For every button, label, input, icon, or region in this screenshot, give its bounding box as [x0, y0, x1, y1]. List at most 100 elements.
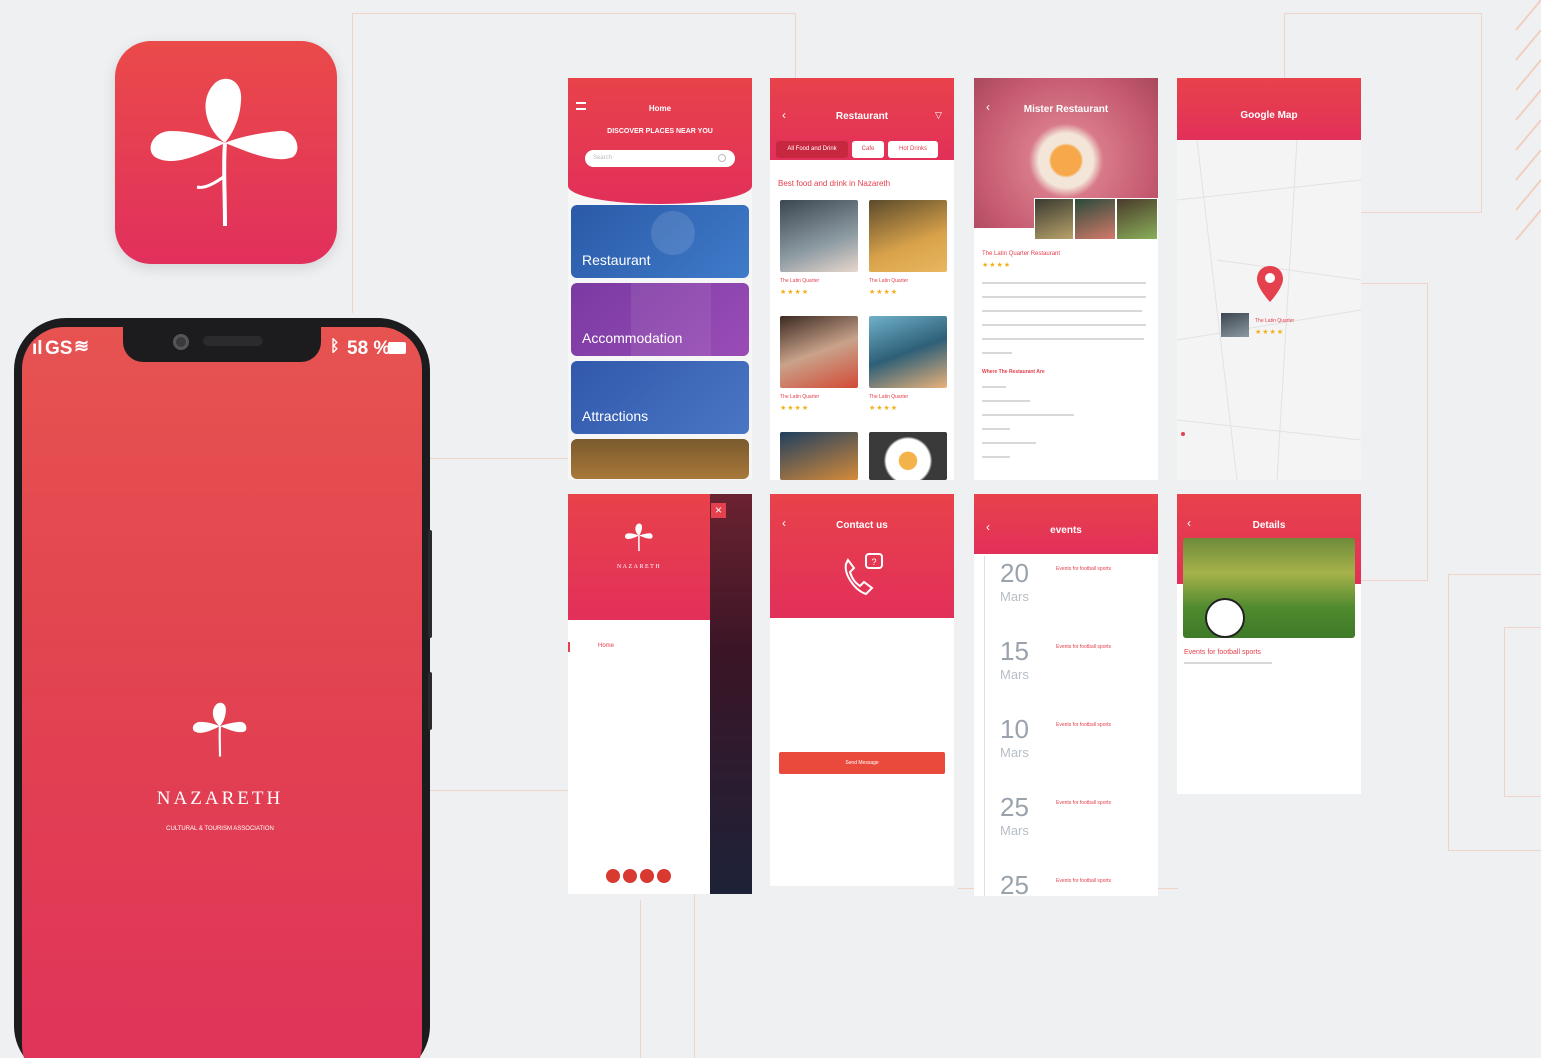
map-pin-icon[interactable]: [1257, 266, 1283, 302]
battery-icon: [388, 342, 406, 354]
event-month: Mars: [1000, 745, 1029, 760]
wifi-icon: ≋: [74, 336, 90, 356]
map-roads: [1177, 140, 1361, 480]
thumbnail-image[interactable]: [1034, 198, 1074, 240]
youtube-icon[interactable]: [640, 869, 654, 883]
active-indicator: [568, 642, 570, 652]
category-card[interactable]: [571, 439, 749, 479]
timeline-line: [984, 556, 985, 896]
events-title: events: [1050, 525, 1082, 536]
category-label: Attractions: [582, 408, 649, 424]
food-image[interactable]: [780, 200, 858, 272]
google-plus-icon[interactable]: [623, 869, 637, 883]
event-title[interactable]: Events for football sports: [1056, 566, 1111, 572]
home-screen: Home DISCOVER PLACES NEAR YOU Search Res…: [568, 78, 752, 480]
iris-flower-icon: [150, 78, 298, 227]
twitter-icon[interactable]: [657, 869, 671, 883]
place-thumbnail[interactable]: [1221, 313, 1249, 337]
category-label: Restaurant: [582, 252, 651, 268]
filter-icon[interactable]: ▽: [935, 110, 942, 121]
search-icon: [718, 154, 726, 162]
send-message-button[interactable]: Send Message: [779, 752, 945, 774]
text-line: [982, 456, 1010, 458]
status-bar: [1183, 80, 1355, 86]
category-card-restaurant[interactable]: Restaurant: [571, 205, 749, 278]
side-menu-screen: NAZARETH × Home: [568, 494, 752, 894]
event-title[interactable]: Events for football sports: [1056, 800, 1111, 806]
event-title[interactable]: Events for football sports: [1056, 644, 1111, 650]
splash-screen: [22, 327, 422, 1058]
category-image: [651, 211, 695, 255]
phone-notch: [123, 322, 321, 362]
decorative-stripes: [1515, 0, 1541, 240]
category-card-attractions[interactable]: Attractions: [571, 361, 749, 434]
food-label: The Latin Quarter: [869, 394, 909, 400]
restaurant-section-title: Best food and drink in Nazareth: [778, 179, 891, 188]
map-place-name: The Latin Quarter: [1255, 318, 1295, 324]
tab-cafe[interactable]: Cafe: [852, 141, 884, 158]
food-image[interactable]: [869, 200, 947, 272]
text-line: [982, 352, 1012, 354]
phone-help-icon: ?: [844, 553, 883, 596]
menu-item-home[interactable]: Home: [598, 643, 614, 649]
map-title: Google Map: [1240, 110, 1298, 121]
event-title[interactable]: Events for football sports: [1056, 722, 1111, 728]
thumbnail-image[interactable]: [1116, 198, 1158, 240]
thumbnail-image[interactable]: [1074, 198, 1116, 240]
text-line: [1184, 662, 1272, 664]
bluetooth-icon: ᛒ: [330, 338, 340, 355]
contact-header: ‹ Contact us ?: [770, 494, 954, 618]
food-label: The Latin Quarter: [869, 278, 909, 284]
text-line: [982, 442, 1036, 444]
status-battery-text: 58 %: [347, 338, 391, 359]
restaurant-screen: ‹ Restaurant ▽ All Food and Drink Cafe H…: [770, 78, 954, 480]
tab-all-food[interactable]: All Food and Drink: [776, 141, 848, 158]
status-bar: [776, 80, 948, 86]
text-line: [982, 282, 1146, 284]
iris-flower-icon: [625, 523, 653, 552]
event-day: 20: [1000, 558, 1029, 588]
rating-stars: ★★★★: [1255, 329, 1285, 336]
front-camera-icon: [173, 334, 189, 350]
rating-stars: ★★★★: [982, 262, 1012, 269]
food-image[interactable]: [869, 432, 947, 480]
dimmed-overlay[interactable]: [710, 494, 752, 894]
close-icon[interactable]: ×: [711, 503, 726, 518]
event-day: 25: [1000, 792, 1029, 822]
text-line: [982, 414, 1074, 416]
home-headline: DISCOVER PLACES NEAR YOU: [607, 128, 713, 135]
event-title[interactable]: Events for football sports: [1056, 878, 1111, 884]
rating-stars: ★★★★: [780, 405, 810, 412]
app-icon[interactable]: [115, 41, 337, 264]
details-event-title: Events for football sports: [1184, 649, 1262, 656]
text-line: [982, 310, 1142, 312]
facebook-icon[interactable]: [606, 869, 620, 883]
event-month: Mars: [1000, 589, 1029, 604]
detail-header-title: Mister Restaurant: [1023, 104, 1109, 115]
restaurant-header: ‹ Restaurant ▽ All Food and Drink Cafe H…: [770, 78, 954, 160]
food-image[interactable]: [780, 316, 858, 388]
status-bar: [1183, 496, 1355, 502]
home-header: Home DISCOVER PLACES NEAR YOU Search: [568, 78, 752, 204]
speaker-grille: [203, 336, 263, 346]
football-icon: [1205, 598, 1245, 638]
tab-hot-drinks[interactable]: Hot Drinks: [888, 141, 938, 158]
splash-logo-name: NAZARETH: [156, 788, 284, 809]
rating-stars: ★★★★: [780, 289, 810, 296]
text-line: [982, 324, 1146, 326]
map-header: Google Map: [1177, 78, 1361, 140]
status-signal-icon: ıl: [32, 338, 43, 359]
category-label: Accommodation: [582, 330, 683, 346]
menu-logo-name: NAZARETH: [616, 564, 662, 570]
event-image[interactable]: [1183, 538, 1355, 638]
food-image[interactable]: [780, 432, 858, 480]
events-header: ‹ events: [974, 494, 1158, 554]
event-day: 25: [1000, 870, 1029, 896]
status-carrier: GS: [45, 338, 73, 359]
category-card-accommodation[interactable]: Accommodation: [571, 283, 749, 356]
food-image[interactable]: [869, 316, 947, 388]
search-input[interactable]: Search: [585, 150, 735, 167]
phone-side-button: [428, 530, 432, 638]
phone-side-button: [428, 672, 432, 730]
food-label: The Latin Quarter: [780, 278, 820, 284]
